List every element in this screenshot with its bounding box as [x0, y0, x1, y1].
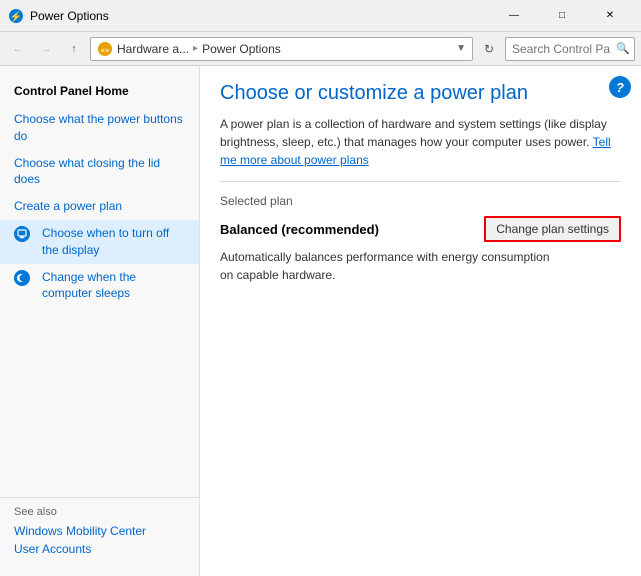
- breadcrumb-separator: ▸: [193, 43, 198, 54]
- content-area: ? Choose or customize a power plan A pow…: [200, 66, 641, 576]
- address-bar: ← → ↑ «» Hardware a... ▸ Power Options ▼…: [0, 32, 641, 66]
- sidebar-item-lid[interactable]: Choose what closing the lid does: [0, 150, 199, 194]
- sidebar-item-sleep[interactable]: Change when the computer sleeps: [0, 264, 199, 308]
- see-also-label: See also: [14, 506, 185, 518]
- search-input[interactable]: [505, 37, 635, 61]
- svg-text:⚡: ⚡: [10, 10, 22, 23]
- user-accounts-link[interactable]: User Accounts: [14, 540, 185, 558]
- sidebar-item-create-plan[interactable]: Create a power plan: [0, 193, 199, 220]
- help-button[interactable]: ?: [609, 76, 631, 98]
- sidebar-item-label: Choose what closing the lid does: [14, 155, 185, 189]
- breadcrumb-icon: «»: [97, 41, 113, 57]
- sidebar-bottom: See also Windows Mobility Center User Ac…: [0, 497, 199, 566]
- sidebar-title: Control Panel Home: [0, 76, 199, 106]
- maximize-button[interactable]: □: [539, 0, 585, 32]
- sidebar-nav: Control Panel Home Choose what the power…: [0, 76, 199, 497]
- main-container: Control Panel Home Choose what the power…: [0, 66, 641, 576]
- monitor-icon: [14, 226, 30, 242]
- title-bar-buttons: — □ ✕: [491, 0, 633, 32]
- title-bar: ⚡ Power Options — □ ✕: [0, 0, 641, 32]
- content-title: Choose or customize a power plan: [220, 82, 621, 105]
- up-button[interactable]: ↑: [62, 37, 86, 61]
- app-icon: ⚡: [8, 8, 24, 24]
- change-plan-settings-button[interactable]: Change plan settings: [484, 216, 621, 242]
- minimize-button[interactable]: —: [491, 0, 537, 32]
- breadcrumb-current: Power Options: [202, 42, 281, 56]
- plan-name: Balanced (recommended): [220, 222, 379, 237]
- search-wrapper: 🔍: [505, 37, 635, 61]
- sidebar-item-label: Change when the computer sleeps: [42, 269, 185, 303]
- sidebar-item-label: Choose when to turn off the display: [42, 225, 185, 259]
- svg-text:«»: «»: [101, 45, 110, 54]
- address-dropdown-arrow[interactable]: ▼: [456, 43, 466, 54]
- windows-mobility-link[interactable]: Windows Mobility Center: [14, 522, 185, 540]
- content-desc-text: A power plan is a collection of hardware…: [220, 117, 607, 149]
- back-button[interactable]: ←: [6, 37, 30, 61]
- plan-row: Balanced (recommended) Change plan setti…: [220, 216, 621, 242]
- refresh-button[interactable]: ↻: [477, 37, 501, 61]
- sidebar-item-display[interactable]: Choose when to turn off the display: [0, 220, 199, 264]
- plan-description: Automatically balances performance with …: [220, 248, 560, 284]
- sidebar-item-power-buttons[interactable]: Choose what the power buttons do: [0, 106, 199, 150]
- sidebar-item-label: Choose what the power buttons do: [14, 111, 185, 145]
- breadcrumb: «» Hardware a... ▸ Power Options: [97, 41, 452, 57]
- selected-plan-label: Selected plan: [220, 194, 621, 208]
- moon-icon: [14, 270, 30, 286]
- sidebar-item-label: Create a power plan: [14, 198, 122, 215]
- divider: [220, 181, 621, 182]
- content-description: A power plan is a collection of hardware…: [220, 115, 621, 169]
- forward-button[interactable]: →: [34, 37, 58, 61]
- address-field[interactable]: «» Hardware a... ▸ Power Options ▼: [90, 37, 473, 61]
- window-title: Power Options: [30, 9, 491, 23]
- close-button[interactable]: ✕: [587, 0, 633, 32]
- breadcrumb-parent: Hardware a...: [117, 42, 189, 56]
- sidebar: Control Panel Home Choose what the power…: [0, 66, 200, 576]
